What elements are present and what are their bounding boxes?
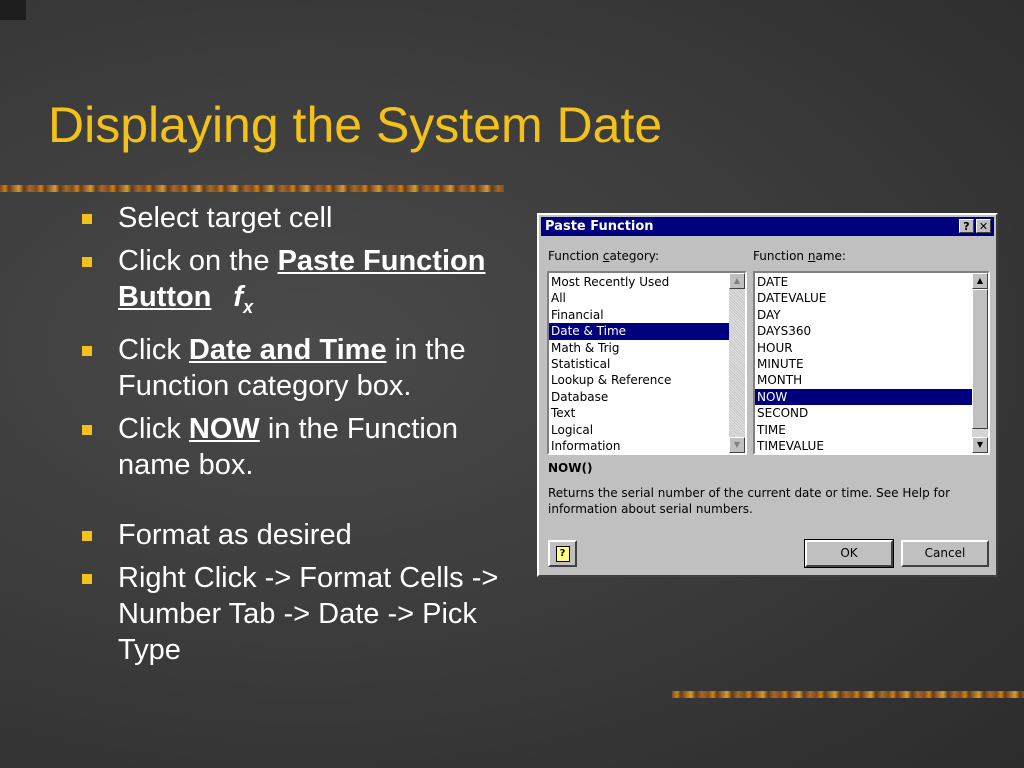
bullet-text-pre: Click [118,412,189,445]
category-scrollbar[interactable]: ▲ ▼ [729,273,745,453]
bullet-square-icon [82,345,92,356]
bullet-date-time: Click Date and Time in the Function cate… [80,332,500,404]
function-items: DATE DATEVALUE DAY DAYS360 HOUR MINUTE MONTH NO… [755,274,972,453]
scroll-thumb[interactable] [972,289,988,429]
dialog-title: Paste Function [545,219,654,234]
list-item[interactable]: Information [549,438,729,453]
function-scrollbar[interactable]: ▲ ▼ [972,273,988,453]
list-item[interactable]: DATE [755,274,972,290]
function-name-label: Function name: [753,249,846,263]
list-item[interactable]: TIME [755,422,972,438]
scroll-down-icon[interactable]: ▼ [729,437,745,453]
bullet-square-icon [82,257,92,267]
scroll-down-icon[interactable]: ▼ [972,437,988,453]
bullet-right-click: Right Click -> Format Cells -> Number Ta… [80,560,500,668]
dialog-titlebar[interactable]: Paste Function ? ✕ [541,217,994,236]
bullet-list: Select target cell Click on the Paste Fu… [80,200,500,675]
list-item[interactable]: All [549,290,729,306]
bullet-text: Select target cell [118,202,333,234]
question-mark-icon: ? [555,546,570,562]
list-item[interactable]: Financial [549,307,729,323]
close-icon[interactable]: ✕ [976,219,991,233]
list-item[interactable]: MINUTE [755,356,972,372]
paste-function-dialog: Paste Function ? ✕ Function category: Fu… [537,213,998,577]
function-category-label: Function category: [548,249,660,263]
bullet-text: Right Click -> Format Cells -> Number Ta… [118,561,499,666]
bullet-square-icon [82,424,92,435]
bullet-square-icon [82,214,92,224]
function-category-listbox[interactable]: Most Recently Used All Financial Date & Tim… [547,271,747,455]
category-items: Most Recently Used All Financial Date & Tim… [549,274,729,453]
office-assistant-button[interactable]: ? [548,540,577,567]
scroll-up-icon[interactable]: ▲ [729,273,745,289]
function-syntax: NOW() [548,461,593,475]
list-item[interactable]: Database [549,389,729,405]
bullet-now: Click NOW in the Function name box. [80,411,500,483]
list-item[interactable]: Date & Time [549,323,729,340]
slide-title: Displaying the System Date [48,97,663,153]
list-item[interactable]: SECOND [755,405,972,421]
ok-button[interactable]: OK [804,539,894,568]
list-item[interactable]: TIMEVALUE [755,438,972,453]
list-item[interactable]: DATEVALUE [755,290,972,306]
bullet-square-icon [82,530,92,541]
bullet-square-icon [82,573,92,584]
bullet-text-pre: Click [118,333,189,366]
bullet-paste-function: Click on the Paste Function Button fx [80,243,500,325]
list-item[interactable]: Statistical [549,356,729,372]
function-description: Returns the serial number of the current… [548,486,951,516]
list-item[interactable]: DAYS360 [755,323,972,339]
fx-symbol: fx [233,281,254,317]
corner-mark [0,0,26,20]
list-item[interactable]: Text [549,405,729,421]
bullet-select-cell: Select target cell [80,200,500,236]
bullet-format: Format as desired [80,517,500,553]
bullet-text-pre: Click on the [118,245,278,277]
list-item[interactable]: MONTH [755,372,972,388]
list-item[interactable]: DAY [755,307,972,323]
bullet-text: Format as desired [118,518,352,551]
bullet-text-bold: NOW [188,412,260,445]
help-icon[interactable]: ? [959,219,974,233]
list-item[interactable]: Math & Trig [549,340,729,356]
list-item[interactable]: Lookup & Reference [549,372,729,388]
cancel-button[interactable]: Cancel [901,540,989,567]
list-item[interactable]: Logical [549,422,729,438]
decorative-stripe-bottom [672,691,1024,698]
bullet-text-bold: Date and Time [188,333,387,366]
scroll-up-icon[interactable]: ▲ [972,273,988,289]
list-item[interactable]: NOW [755,388,972,406]
list-item[interactable]: Most Recently Used [549,274,729,290]
function-name-listbox[interactable]: DATE DATEVALUE DAY DAYS360 HOUR MINUTE MONTH NO… [753,271,990,455]
decorative-stripe-top [0,185,504,192]
list-item[interactable]: HOUR [755,340,972,356]
